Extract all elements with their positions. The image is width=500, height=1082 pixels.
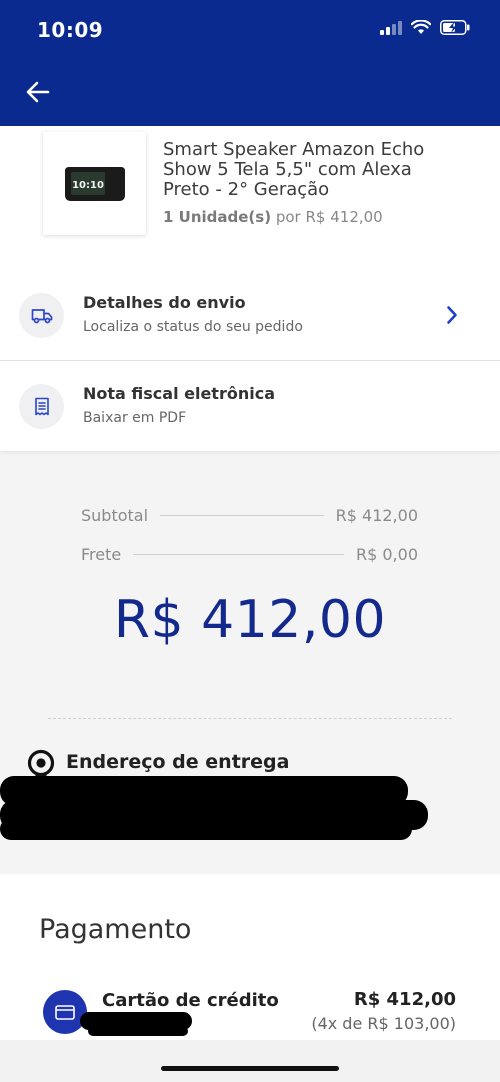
shipping-details-subtitle: Localiza o status do seu pedido: [83, 319, 303, 335]
shipping-details-title: Detalhes do envio: [83, 293, 246, 312]
product-image[interactable]: 10:10: [43, 132, 146, 235]
bottom-band: [0, 1040, 500, 1082]
app-header: [0, 60, 500, 126]
payment-method: Cartão de crédito: [102, 990, 279, 1011]
subtotal-leader: [160, 515, 324, 516]
truck-icon: [19, 293, 64, 338]
signal-icon: [380, 20, 402, 39]
invoice-subtitle[interactable]: Baixar em PDF: [83, 410, 186, 426]
wifi-icon: [410, 19, 432, 39]
dashed-separator: [48, 718, 452, 719]
subtotal-label: Subtotal: [81, 506, 149, 525]
back-button[interactable]: [22, 76, 54, 108]
delivery-address-label: Endereço de entrega: [66, 751, 290, 773]
status-bar: 10:09: [0, 0, 500, 60]
subtotal-line: Subtotal R$ 412,00: [81, 506, 418, 525]
status-time: 10:09: [37, 18, 104, 42]
arrow-left-icon: [26, 81, 50, 103]
payment-installments: (4x de R$ 103,00): [311, 1014, 456, 1033]
chevron-right-icon: [442, 303, 462, 327]
shipping-cost-value: R$ 0,00: [355, 545, 418, 564]
shipping-cost-label: Frete: [81, 545, 122, 564]
invoice-title: Nota fiscal eletrônica: [83, 384, 275, 403]
battery-charging-icon: [440, 20, 470, 39]
shipping-cost-leader: [133, 554, 344, 555]
product-thumb-screen-text: 10:10: [72, 180, 104, 191]
shipping-cost-line: Frete R$ 0,00: [81, 545, 418, 564]
product-unit-price: por R$ 412,00: [275, 208, 383, 226]
home-indicator[interactable]: [161, 1066, 339, 1071]
product-quantity: 1 Unidade(s): [163, 208, 272, 226]
invoice-row[interactable]: Nota fiscal eletrônica Baixar em PDF: [0, 361, 500, 451]
subtotal-value: R$ 412,00: [335, 506, 418, 525]
order-total: R$ 412,00: [113, 590, 387, 650]
product-quantity-line: 1 Unidade(s) por R$ 412,00: [163, 208, 383, 226]
shipping-details-row[interactable]: Detalhes do envio Localiza o status do s…: [0, 268, 500, 360]
status-icons: [380, 19, 470, 39]
payment-title: Pagamento: [39, 914, 192, 945]
redacted-card-number-2: [88, 1026, 188, 1036]
credit-card-icon: [43, 990, 87, 1034]
receipt-icon: [19, 384, 64, 429]
redacted-address-line-3: [0, 818, 412, 840]
payment-amount: R$ 412,00: [353, 989, 456, 1010]
product-title: Smart Speaker Amazon Echo Show 5 Tela 5,…: [163, 139, 425, 200]
